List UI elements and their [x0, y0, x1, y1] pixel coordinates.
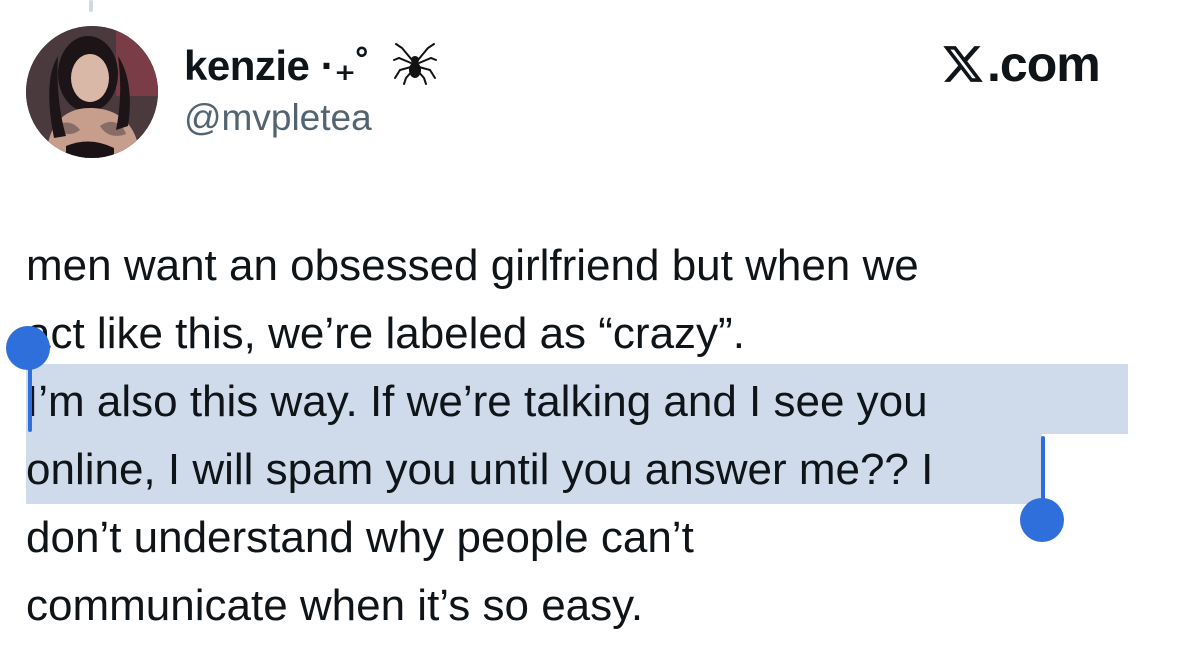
tweet-text-line: don’t understand why people can’t — [26, 513, 694, 562]
author-display-name[interactable]: kenzie ·₊˚ — [184, 42, 370, 90]
avatar-image — [26, 26, 158, 158]
tweet-text-line: online, I will spam you until you answer… — [26, 445, 934, 494]
tweet-text[interactable]: men want an obsessed girlfriend but when… — [26, 232, 1156, 640]
tweet-text-line: men want an obsessed girlfriend but when… — [26, 241, 919, 290]
tweet-text-line: I’m also this way. If we’re talking and … — [26, 377, 928, 426]
selection-start-handle[interactable] — [6, 326, 50, 370]
tweet-text-line: communicate when it’s so easy. — [26, 581, 644, 630]
author-handle[interactable]: @mvpletea — [184, 96, 372, 140]
tweet-text-line: act like this, we’re labeled as “crazy”. — [26, 309, 745, 358]
spider-icon — [393, 43, 437, 85]
x-logo-icon — [943, 46, 983, 82]
site-label-text: .com — [987, 36, 1101, 92]
thread-connector-line — [89, 0, 93, 12]
selection-end-handle[interactable] — [1020, 498, 1064, 542]
avatar[interactable] — [26, 26, 158, 158]
site-label: .com — [940, 36, 1101, 92]
